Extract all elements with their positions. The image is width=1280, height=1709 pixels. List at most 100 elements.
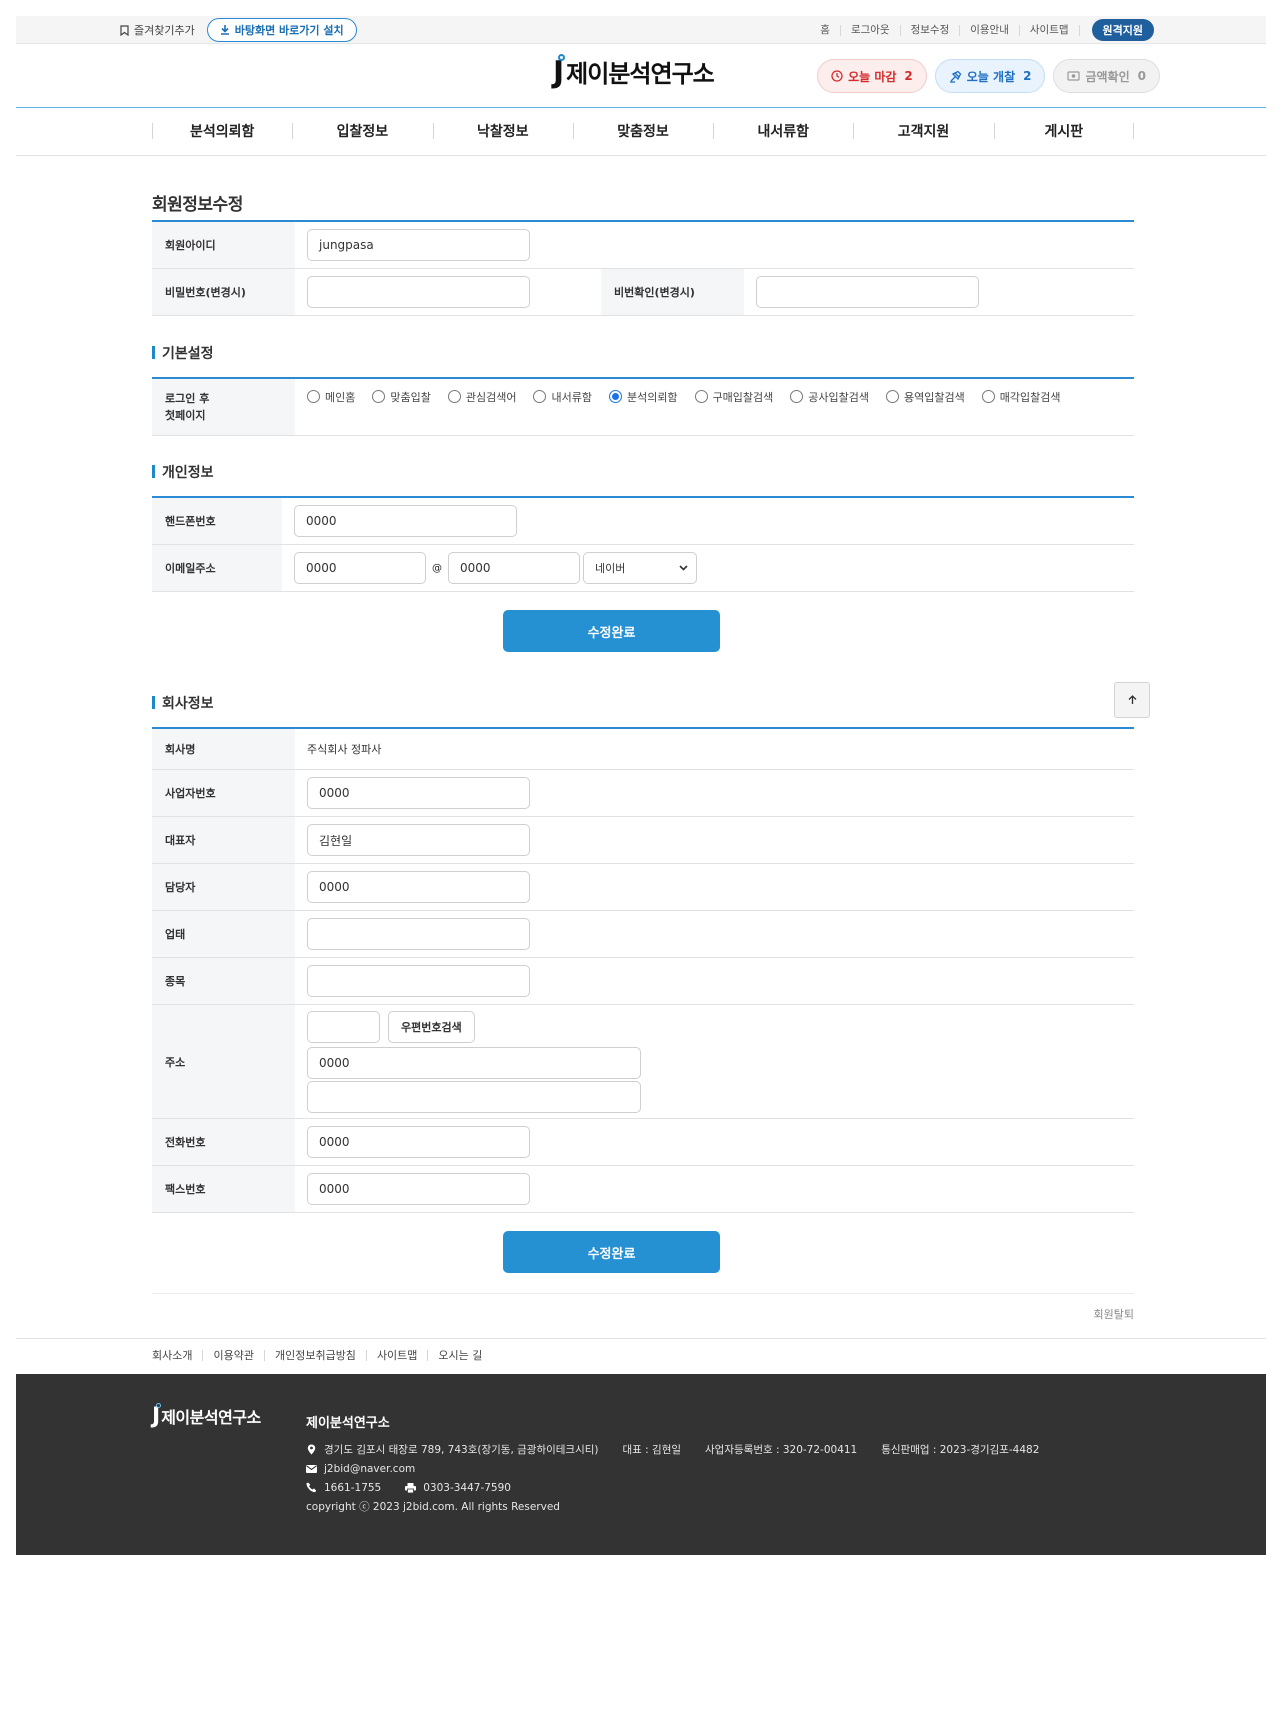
- address-line1-field[interactable]: 0000: [307, 1046, 641, 1079]
- biz-item-field[interactable]: [307, 965, 530, 997]
- radio-button[interactable]: [694, 390, 708, 403]
- logout-link[interactable]: 로그아웃: [841, 24, 901, 36]
- biz-no-label: 사업자번호: [152, 770, 295, 816]
- nav-board[interactable]: 게시판: [993, 108, 1134, 154]
- footer-email: j2bid@naver.com: [324, 1462, 416, 1475]
- radio-button[interactable]: [307, 390, 320, 403]
- amount-check-pill[interactable]: 금액확인 0: [1053, 59, 1160, 93]
- account-table: 회원아이디 jungpasa 비밀번호(변경시) 비번확인(변경시): [152, 220, 1134, 316]
- footer-logo: J 제이분석연구소: [152, 1403, 261, 1429]
- nav-bid-info[interactable]: 입찰정보: [292, 108, 432, 154]
- amount-check-label: 금액확인: [1085, 69, 1130, 84]
- scroll-to-top-button[interactable]: [1114, 682, 1150, 718]
- radio-construction-bid[interactable]: 공사입찰검색: [790, 388, 869, 405]
- radio-my-docs[interactable]: 내서류함: [533, 388, 592, 405]
- printer-icon: [405, 1482, 417, 1493]
- header: J 제이분석연구소 오늘 마감 2 오늘 개찰 2 금액확인 0: [16, 44, 1266, 108]
- submit-personal-button[interactable]: 수정완료: [503, 610, 720, 652]
- home-link[interactable]: 홈: [810, 24, 841, 36]
- company-name-value: 주식회사 정파사: [307, 743, 382, 756]
- footer-link-privacy[interactable]: 개인정보취급방침: [265, 1350, 367, 1361]
- today-deadline-pill[interactable]: 오늘 마감 2: [817, 59, 927, 93]
- zip-search-button[interactable]: 우편번호검색: [388, 1010, 475, 1043]
- footer-link-sitemap[interactable]: 사이트맵: [367, 1350, 429, 1361]
- radio-service-bid[interactable]: 용역입찰검색: [886, 388, 965, 405]
- table-row: 이메일주소 0000 @ 0000 네이버: [152, 545, 1134, 592]
- edit-info-link[interactable]: 정보수정: [901, 24, 961, 36]
- password-field[interactable]: [307, 276, 530, 308]
- biz-type-field[interactable]: [307, 918, 530, 950]
- radio-button[interactable]: [372, 390, 386, 403]
- footer-info: 제이분석연구소 경기도 김포시 태장로 789, 743호(장기동, 금광하이테…: [306, 1412, 1039, 1516]
- email-domain-field[interactable]: 0000: [448, 552, 580, 584]
- withdraw-link[interactable]: 회원탈퇴: [1094, 1306, 1134, 1322]
- today-opening-pill[interactable]: 오늘 개찰 2: [934, 59, 1046, 93]
- footer-copyright: copyright ⓒ 2023 j2bid.com. All rights R…: [306, 1501, 560, 1513]
- today-deadline-label: 오늘 마감: [848, 69, 897, 84]
- table-row: 사업자번호 0000: [152, 770, 1134, 817]
- radio-button[interactable]: [886, 390, 900, 403]
- radio-button[interactable]: [447, 390, 461, 403]
- logo[interactable]: J 제이분석연구소: [553, 54, 715, 88]
- radio-button[interactable]: [790, 390, 804, 403]
- footer-link-directions[interactable]: 오시는 길: [428, 1350, 492, 1361]
- footer-mail-order: 통신판매업 : 2023-경기김포-4482: [881, 1444, 1040, 1456]
- footer-link-about[interactable]: 회사소개: [152, 1350, 204, 1361]
- nav-divider: [1133, 123, 1134, 139]
- member-id-label: 회원아이디: [152, 222, 295, 268]
- nav-customer-support[interactable]: 고객지원: [853, 108, 993, 154]
- footer-company-name: 제이분석연구소: [306, 1416, 390, 1431]
- radio-button-selected[interactable]: [608, 390, 622, 403]
- guide-link[interactable]: 이용안내: [960, 24, 1020, 36]
- ceo-field[interactable]: 김현일: [307, 824, 530, 856]
- table-row: 비밀번호(변경시) 비번확인(변경시): [152, 269, 1134, 316]
- address-line2-field[interactable]: [307, 1080, 641, 1113]
- tel-field[interactable]: 0000: [307, 1126, 530, 1158]
- radio-main-home[interactable]: 메인홈: [307, 388, 355, 405]
- member-id-field[interactable]: jungpasa: [307, 229, 530, 261]
- fax-field[interactable]: 0000: [307, 1173, 530, 1205]
- first-page-radio-group: 메인홈 맞춤입찰 관심검색어 내서류함 분석의뢰함 구매입찰검색 공사입찰검색 …: [307, 379, 1127, 405]
- nav-custom-info[interactable]: 맞춤정보: [572, 108, 713, 154]
- email-at-sign: @: [432, 562, 442, 574]
- submit-company-button[interactable]: 수정완료: [503, 1231, 720, 1273]
- password-confirm-label: 비번확인(변경시): [601, 269, 744, 315]
- personal-info-title: 개인정보: [152, 462, 214, 482]
- footer-link-terms[interactable]: 이용약관: [203, 1350, 265, 1361]
- nav-analysis-requests[interactable]: 분석의뢰함: [152, 108, 292, 154]
- favorite-link[interactable]: 즐겨찾기추가: [120, 22, 195, 38]
- footer-fax: 0303-3447-7590: [423, 1481, 511, 1494]
- zip-code-field[interactable]: [307, 1010, 380, 1043]
- radio-analysis[interactable]: 분석의뢰함: [608, 388, 678, 405]
- biz-no-field[interactable]: 0000: [307, 777, 530, 809]
- sitemap-link[interactable]: 사이트맵: [1020, 24, 1080, 36]
- radio-purchase-bid[interactable]: 구매입찰검색: [694, 388, 773, 405]
- radio-button[interactable]: [533, 390, 547, 403]
- table-row: 담당자 0000: [152, 864, 1134, 911]
- install-shortcut-label: 바탕화면 바로가기 설치: [234, 24, 344, 37]
- ceo-label: 대표자: [152, 817, 295, 863]
- radio-sale-bid[interactable]: 매각입찰검색: [981, 388, 1061, 405]
- main-nav: 분석의뢰함 입찰정보 낙찰정보 맞춤정보 내서류함 고객지원 게시판: [16, 108, 1266, 156]
- install-shortcut-button[interactable]: 바탕화면 바로가기 설치: [206, 18, 357, 42]
- biz-type-label: 업태: [152, 911, 295, 957]
- table-row: 핸드폰번호 0000: [152, 498, 1134, 545]
- radio-custom-bid[interactable]: 맞춤입찰: [372, 388, 431, 405]
- chevron-down-icon: [679, 565, 688, 571]
- nav-my-documents[interactable]: 내서류함: [713, 108, 853, 154]
- radio-keyword[interactable]: 관심검색어: [447, 388, 516, 405]
- phone-field[interactable]: 0000: [294, 505, 517, 537]
- nav-award-info[interactable]: 낙찰정보: [432, 108, 573, 154]
- manager-field[interactable]: 0000: [307, 871, 530, 903]
- password-confirm-field[interactable]: [756, 276, 979, 308]
- logo-dot-icon: [558, 54, 565, 61]
- email-domain-select[interactable]: 네이버: [583, 552, 697, 584]
- basic-settings-title: 기본설정: [152, 343, 214, 363]
- favorite-label: 즐겨찾기추가: [134, 24, 195, 37]
- remote-support-button[interactable]: 원격지원: [1091, 19, 1154, 41]
- email-id-field[interactable]: 0000: [294, 552, 426, 584]
- footer-address: 경기도 김포시 태장로 789, 743호(장기동, 금광하이테크시티): [324, 1444, 599, 1456]
- radio-button[interactable]: [981, 390, 995, 403]
- divider: [16, 1338, 1266, 1339]
- address-label: 주소: [152, 1005, 295, 1118]
